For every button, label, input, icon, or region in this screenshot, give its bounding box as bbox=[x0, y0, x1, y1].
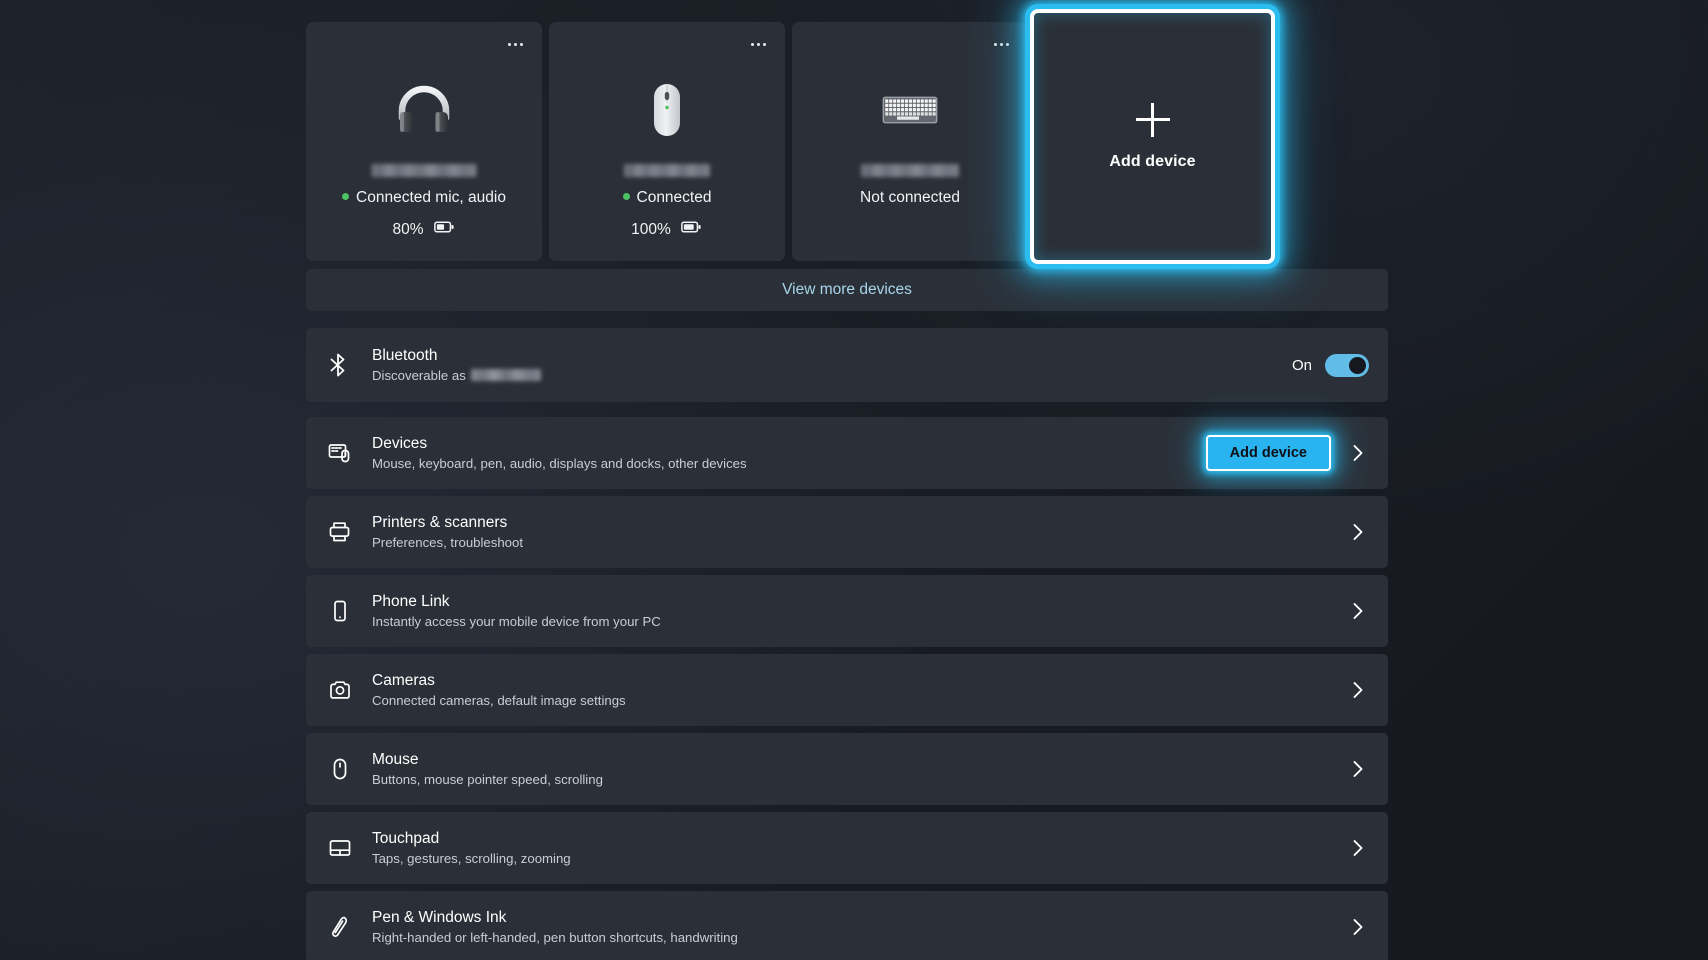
device-status: Connected bbox=[549, 189, 785, 207]
chevron-right-icon[interactable] bbox=[1347, 839, 1369, 857]
printer-icon bbox=[328, 520, 372, 544]
bluetooth-row[interactable]: Bluetooth Discoverable as On bbox=[306, 328, 1388, 402]
pen-icon bbox=[328, 915, 372, 939]
chevron-right-icon[interactable] bbox=[1347, 523, 1369, 541]
settings-row-title: Cameras bbox=[372, 671, 435, 689]
settings-row-title: Phone Link bbox=[372, 592, 450, 610]
settings-row-right bbox=[1347, 839, 1369, 857]
device-status-label: Connected bbox=[636, 189, 712, 206]
bluetooth-toggle-label: On bbox=[1291, 356, 1312, 374]
battery-icon bbox=[433, 220, 456, 239]
settings-row-text: Pen & Windows Ink Right-handed or left-ha… bbox=[372, 908, 1347, 947]
bluetooth-title: Bluetooth bbox=[372, 346, 438, 364]
chevron-right-icon[interactable] bbox=[1347, 681, 1369, 699]
settings-row-subtitle: Taps, gestures, scrolling, zooming bbox=[372, 850, 571, 866]
battery-percent-label: 80% bbox=[392, 220, 424, 238]
headphones-icon bbox=[306, 80, 542, 140]
settings-row-right bbox=[1347, 918, 1369, 936]
mouse-icon bbox=[549, 80, 785, 140]
settings-row-text: Printers & scanners Preferences, troubles… bbox=[372, 513, 1347, 552]
settings-row-title: Touchpad bbox=[372, 829, 440, 847]
card-more-options-icon[interactable] bbox=[502, 34, 528, 54]
chevron-right-icon[interactable] bbox=[1347, 918, 1369, 936]
settings-row-text: Devices Mouse, keyboard, pen, audio, disp… bbox=[372, 434, 1206, 473]
battery-icon bbox=[680, 220, 703, 239]
settings-row-subtitle: Preferences, troubleshoot bbox=[372, 534, 524, 550]
status-dot bbox=[622, 193, 630, 200]
device-status: Not connected bbox=[792, 189, 1028, 207]
chevron-right-icon[interactable] bbox=[1347, 444, 1369, 462]
settings-row-phone-link[interactable]: Phone Link Instantly access your mobile d… bbox=[306, 575, 1388, 647]
devices-icon bbox=[328, 441, 372, 465]
keyboard-icon bbox=[792, 80, 1028, 140]
status-dot bbox=[342, 193, 350, 200]
settings-row-right bbox=[1347, 760, 1369, 778]
settings-row-right bbox=[1347, 602, 1369, 620]
battery-percent-label: 100% bbox=[631, 220, 671, 238]
settings-row-title: Devices bbox=[372, 434, 428, 452]
device-name-redacted bbox=[624, 164, 710, 177]
view-more-devices-button[interactable]: View more devices bbox=[306, 269, 1388, 311]
bluetooth-device-name-redacted bbox=[470, 368, 541, 381]
card-more-options-icon[interactable] bbox=[745, 34, 771, 54]
settings-row-right: Add device bbox=[1205, 435, 1369, 471]
chevron-right-icon[interactable] bbox=[1347, 602, 1369, 620]
bluetooth-row-right: On bbox=[1291, 353, 1369, 377]
device-battery: 80% bbox=[306, 220, 542, 239]
view-more-devices-label: View more devices bbox=[782, 281, 912, 298]
bluetooth-toggle[interactable] bbox=[1325, 353, 1369, 377]
settings-row-text: Touchpad Taps, gestures, scrolling, zoomi… bbox=[372, 829, 1347, 868]
settings-rows: Bluetooth Discoverable as On Devices Mous… bbox=[306, 328, 1388, 960]
add-device-card[interactable]: Add device bbox=[1030, 9, 1275, 264]
settings-row-pen-windows-ink[interactable]: Pen & Windows Ink Right-handed or left-ha… bbox=[306, 891, 1388, 960]
plus-icon bbox=[1135, 102, 1170, 137]
bluetooth-toggle-group[interactable]: On bbox=[1291, 353, 1369, 377]
settings-row-subtitle: Buttons, mouse pointer speed, scrolling bbox=[372, 771, 603, 787]
settings-row-devices[interactable]: Devices Mouse, keyboard, pen, audio, disp… bbox=[306, 417, 1388, 489]
device-card[interactable]: Connected mic, audio 80% bbox=[306, 22, 542, 261]
settings-row-printers-scanners[interactable]: Printers & scanners Preferences, troubles… bbox=[306, 496, 1388, 568]
settings-row-touchpad[interactable]: Touchpad Taps, gestures, scrolling, zoomi… bbox=[306, 812, 1388, 884]
settings-row-text: Phone Link Instantly access your mobile d… bbox=[372, 592, 1347, 631]
settings-row-subtitle: Instantly access your mobile device from… bbox=[372, 613, 661, 629]
bluetooth-subtitle: Discoverable as bbox=[372, 367, 1292, 385]
settings-row-text: Cameras Connected cameras, default image … bbox=[372, 671, 1347, 710]
settings-row-cameras[interactable]: Cameras Connected cameras, default image … bbox=[306, 654, 1388, 726]
device-card[interactable]: Connected 100% bbox=[549, 22, 785, 261]
settings-row-right bbox=[1347, 681, 1369, 699]
device-battery: 100% bbox=[549, 220, 785, 239]
add-device-card-label: Add device bbox=[1109, 152, 1196, 170]
bluetooth-icon bbox=[328, 352, 372, 378]
chevron-right-icon[interactable] bbox=[1347, 760, 1369, 778]
card-more-options-icon[interactable] bbox=[988, 34, 1014, 54]
add-device-card-wrapper: Add device bbox=[1030, 9, 1275, 264]
mouse-outline-icon bbox=[328, 757, 372, 781]
settings-row-subtitle: Right-handed or left-handed, pen button … bbox=[372, 929, 738, 945]
settings-content: Connected mic, audio 80% Connected 100% Not … bbox=[306, 0, 1388, 960]
device-status-label: Not connected bbox=[860, 189, 960, 206]
device-status-label: Connected mic, audio bbox=[356, 189, 506, 206]
bluetooth-discoverable-prefix: Discoverable as bbox=[372, 367, 466, 383]
bluetooth-devices-settings-page: Connected mic, audio 80% Connected 100% Not … bbox=[0, 0, 1708, 960]
settings-row-text: Mouse Buttons, mouse pointer speed, scrol… bbox=[372, 750, 1347, 789]
settings-row-subtitle: Connected cameras, default image setting… bbox=[372, 692, 626, 708]
settings-row-right bbox=[1347, 523, 1369, 541]
settings-row-title: Printers & scanners bbox=[372, 513, 508, 531]
touchpad-icon bbox=[328, 836, 372, 860]
device-status: Connected mic, audio bbox=[306, 189, 542, 207]
bluetooth-text: Bluetooth Discoverable as bbox=[372, 346, 1292, 385]
settings-row-subtitle: Mouse, keyboard, pen, audio, displays an… bbox=[372, 455, 747, 471]
bluetooth-toggle-knob bbox=[1349, 356, 1366, 374]
camera-icon bbox=[328, 678, 372, 702]
settings-row-mouse[interactable]: Mouse Buttons, mouse pointer speed, scrol… bbox=[306, 733, 1388, 805]
settings-row-title: Pen & Windows Ink bbox=[372, 908, 507, 926]
add-device-button[interactable]: Add device bbox=[1205, 435, 1331, 471]
phone-icon bbox=[328, 599, 372, 623]
device-card[interactable]: Not connected bbox=[792, 22, 1028, 261]
device-name-redacted bbox=[371, 164, 477, 177]
settings-row-title: Mouse bbox=[372, 750, 419, 768]
device-name-redacted bbox=[861, 164, 959, 177]
